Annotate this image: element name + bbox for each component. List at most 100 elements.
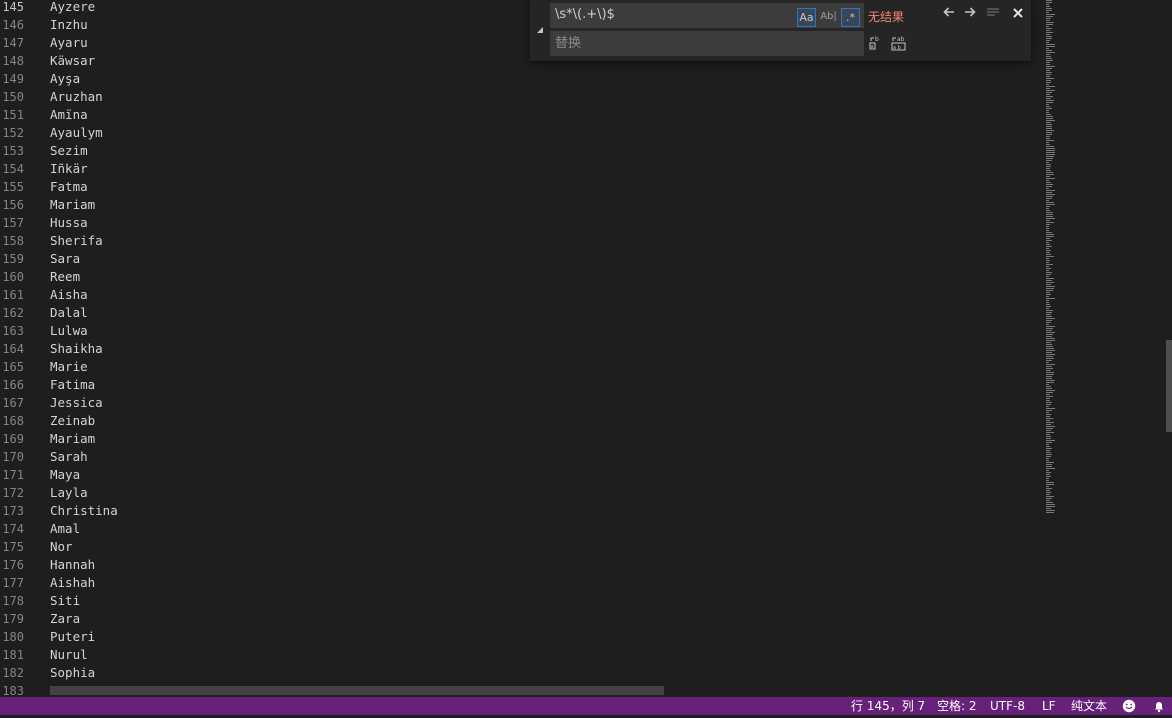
minimap-line: [1046, 424, 1051, 425]
minimap[interactable]: [1045, 0, 1172, 697]
editor-line[interactable]: 174 Amal: [0, 520, 1045, 538]
line-text[interactable]: Ayşa: [50, 70, 80, 88]
minimap-line: [1046, 398, 1050, 399]
previous-match-button[interactable]: [940, 5, 958, 23]
editor-line[interactable]: 172 Layla: [0, 484, 1045, 502]
replace-button[interactable]: b a: [867, 35, 885, 53]
editor-line[interactable]: 170 Sarah: [0, 448, 1045, 466]
find-input[interactable]: \s*\(.+\)$ Aa Ab| .*: [550, 3, 864, 28]
line-text[interactable]: Fatima: [50, 376, 95, 394]
line-text[interactable]: Zara: [50, 610, 80, 628]
editor-line[interactable]: 151 Amïna: [0, 106, 1045, 124]
editor-line[interactable]: 155 Fatma: [0, 178, 1045, 196]
line-text[interactable]: Sherifa: [50, 232, 103, 250]
editor-line[interactable]: 173 Christina: [0, 502, 1045, 520]
line-text[interactable]: Nor: [50, 538, 73, 556]
replace-all-button[interactable]: ab a b: [890, 35, 908, 53]
toggle-replace-button[interactable]: [535, 24, 547, 38]
editor-line[interactable]: 164 Shaikha: [0, 340, 1045, 358]
line-text[interactable]: Sezim: [50, 142, 88, 160]
line-text[interactable]: Mariam: [50, 196, 95, 214]
editor-line[interactable]: 180 Puteri: [0, 628, 1045, 646]
line-text[interactable]: Mariam: [50, 430, 95, 448]
line-text[interactable]: Lulwa: [50, 322, 88, 340]
editor-line[interactable]: 156 Mariam: [0, 196, 1045, 214]
line-text[interactable]: Aruzhan: [50, 88, 103, 106]
replace-field[interactable]: [550, 31, 864, 56]
editor-line[interactable]: 166 Fatima: [0, 376, 1045, 394]
indentation[interactable]: 空格: 2: [937, 697, 977, 715]
line-text[interactable]: Puteri: [50, 628, 95, 646]
line-text[interactable]: Iñkär: [50, 160, 88, 178]
line-text[interactable]: Amïna: [50, 106, 88, 124]
line-text[interactable]: Ayaru: [50, 34, 88, 52]
editor-line[interactable]: 171 Maya: [0, 466, 1045, 484]
editor-line[interactable]: 175 Nor: [0, 538, 1045, 556]
editor-line[interactable]: 167 Jessica: [0, 394, 1045, 412]
editor-line[interactable]: 158 Sherifa: [0, 232, 1045, 250]
editor-line[interactable]: 152 Ayaulym: [0, 124, 1045, 142]
line-text[interactable]: Jessica: [50, 394, 103, 412]
feedback-button[interactable]: [1122, 699, 1136, 718]
editor-line[interactable]: 153 Sezim: [0, 142, 1045, 160]
line-text[interactable]: Amal: [50, 520, 80, 538]
line-text[interactable]: Inzhu: [50, 16, 88, 34]
whole-word-toggle[interactable]: Ab|: [819, 8, 838, 27]
line-text[interactable]: Sophia: [50, 664, 95, 682]
editor-line[interactable]: 179 Zara: [0, 610, 1045, 628]
line-text[interactable]: Sara: [50, 250, 80, 268]
editor-line[interactable]: 163 Lulwa: [0, 322, 1045, 340]
line-text[interactable]: Zeinab: [50, 412, 95, 430]
cursor-position[interactable]: 行 145，列 7: [851, 697, 925, 715]
minimap-line: [1046, 40, 1050, 41]
match-case-toggle[interactable]: Aa: [797, 8, 816, 27]
editor-line[interactable]: 159 Sara: [0, 250, 1045, 268]
line-text[interactable]: Maya: [50, 466, 80, 484]
editor-line[interactable]: 165 Marie: [0, 358, 1045, 376]
encoding[interactable]: UTF-8: [990, 697, 1025, 715]
next-match-button[interactable]: [961, 5, 979, 23]
editor-line[interactable]: 178 Siti: [0, 592, 1045, 610]
line-text[interactable]: Sarah: [50, 448, 88, 466]
editor-line[interactable]: 168 Zeinab: [0, 412, 1045, 430]
line-text[interactable]: Nurul: [50, 646, 88, 664]
regex-toggle[interactable]: .*: [841, 8, 860, 27]
line-text[interactable]: Aishah: [50, 574, 95, 592]
vertical-scrollbar[interactable]: [1166, 340, 1172, 432]
line-text[interactable]: Hannah: [50, 556, 95, 574]
editor-line[interactable]: 181 Nurul: [0, 646, 1045, 664]
line-text[interactable]: Aisha: [50, 286, 88, 304]
line-text[interactable]: Reem: [50, 268, 80, 286]
editor-line[interactable]: 154 Iñkär: [0, 160, 1045, 178]
editor[interactable]: 145 Ayzere 146 Inzhu 147 Ayaru 148 Käwsar 149 Ayş…: [0, 0, 1045, 697]
editor-line[interactable]: 177 Aishah: [0, 574, 1045, 592]
close-find-button[interactable]: [1009, 5, 1027, 23]
editor-line[interactable]: 157 Hussa: [0, 214, 1045, 232]
line-text[interactable]: Ayzere: [50, 0, 95, 16]
find-in-selection-button[interactable]: [984, 5, 1002, 23]
line-text[interactable]: Fatma: [50, 178, 88, 196]
line-text[interactable]: Siti: [50, 592, 80, 610]
line-text[interactable]: Layla: [50, 484, 88, 502]
editor-line[interactable]: 160 Reem: [0, 268, 1045, 286]
editor-line[interactable]: 162 Dalal: [0, 304, 1045, 322]
line-text[interactable]: Hussa: [50, 214, 88, 232]
line-text[interactable]: Dalal: [50, 304, 88, 322]
notifications-button[interactable]: [1152, 699, 1166, 718]
language-mode[interactable]: 纯文本: [1071, 697, 1107, 715]
line-text[interactable]: Käwsar: [50, 52, 95, 70]
line-text[interactable]: Christina: [50, 502, 118, 520]
line-text[interactable]: Shaikha: [50, 340, 103, 358]
editor-line[interactable]: 169 Mariam: [0, 430, 1045, 448]
line-text[interactable]: Ayaulym: [50, 124, 103, 142]
editor-line[interactable]: 150 Aruzhan: [0, 88, 1045, 106]
editor-line[interactable]: 176 Hannah: [0, 556, 1045, 574]
editor-line[interactable]: 182 Sophia: [0, 664, 1045, 682]
minimap-line: [1046, 76, 1050, 77]
line-text[interactable]: Marie: [50, 358, 88, 376]
editor-line[interactable]: 149 Ayşa: [0, 70, 1045, 88]
horizontal-scrollbar[interactable]: [50, 686, 664, 695]
editor-line[interactable]: 161 Aisha: [0, 286, 1045, 304]
replace-input[interactable]: [550, 31, 864, 56]
end-of-line[interactable]: LF: [1042, 697, 1056, 715]
